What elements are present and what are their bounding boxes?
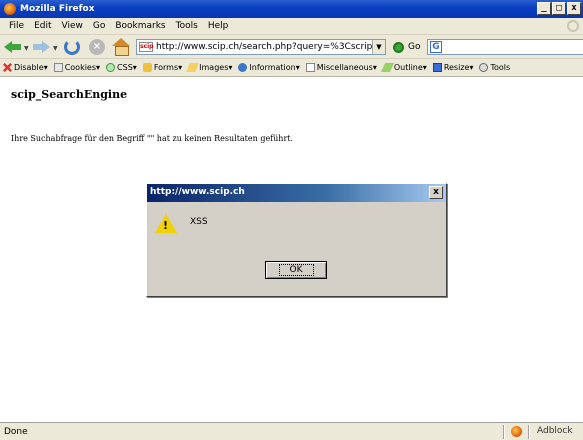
url-dropdown-icon[interactable]: ▼: [372, 40, 385, 54]
forms-icon: [142, 63, 152, 72]
dev-information-label: Information: [249, 63, 296, 72]
information-icon: [238, 63, 248, 72]
menu-bar: File Edit View Go Bookmarks Tools Help: [0, 18, 583, 35]
url-bar[interactable]: scip http://www.scip.ch/search.php?query…: [136, 39, 386, 55]
dev-resize-label: Resize: [443, 63, 470, 72]
back-dropdown-icon[interactable]: ▼: [24, 45, 29, 52]
web-developer-toolbar: Disable ▾ Cookies ▾ CSS ▾ Forms ▾ Images ▾ In…: [0, 59, 583, 77]
dev-images-label: Images: [199, 63, 229, 72]
menu-bookmarks[interactable]: Bookmarks: [110, 21, 170, 31]
menu-tools[interactable]: Tools: [171, 21, 203, 31]
warning-glyph: !: [163, 219, 169, 232]
dev-tools[interactable]: Tools: [479, 63, 510, 72]
firefox-status-icon[interactable]: [511, 426, 522, 437]
menu-view[interactable]: View: [57, 21, 88, 31]
menu-help[interactable]: Help: [203, 21, 234, 31]
dev-miscellaneous[interactable]: Miscellaneous ▾: [305, 63, 377, 72]
dev-forms[interactable]: Forms ▾: [142, 63, 182, 72]
disable-icon: [3, 63, 12, 72]
dev-css-label: CSS: [117, 63, 133, 72]
stop-icon[interactable]: ×: [89, 39, 105, 55]
go-button[interactable]: Go: [408, 42, 420, 52]
css-icon: [106, 63, 116, 72]
resize-icon: [432, 63, 442, 72]
page-title: scip_SearchEngine: [11, 88, 128, 101]
window-controls: _ □ x: [537, 2, 581, 15]
google-search-icon[interactable]: G: [430, 41, 442, 53]
status-text: Done: [4, 426, 28, 437]
dev-resize[interactable]: Resize ▾: [432, 63, 473, 72]
dev-tools-label: Tools: [490, 63, 511, 72]
forward-icon[interactable]: [32, 40, 50, 54]
search-result-text: Ihre Suchabfrage für den Begriff "" hat …: [11, 134, 294, 143]
go-icon[interactable]: [393, 42, 404, 53]
firefox-icon: [4, 3, 16, 15]
dialog-close-button[interactable]: x: [429, 186, 443, 199]
reload-icon[interactable]: [64, 39, 80, 55]
ok-button-label: OK: [278, 264, 314, 276]
miscellaneous-icon: [305, 63, 315, 72]
status-bar: Done Adblock: [0, 422, 583, 440]
navigation-toolbar: ▼ ▼ × scip http://www.scip.ch/search.php…: [0, 35, 583, 59]
forward-dropdown-icon[interactable]: ▼: [53, 45, 58, 52]
dev-forms-label: Forms: [153, 63, 179, 72]
dev-disable[interactable]: Disable ▾: [3, 63, 48, 72]
dev-disable-label: Disable: [14, 63, 44, 72]
window-titlebar: Mozilla Firefox _ □ x: [0, 0, 583, 18]
ok-button[interactable]: OK: [265, 261, 327, 279]
adblock-button[interactable]: Adblock: [537, 426, 573, 436]
dialog-message: XSS: [190, 217, 208, 227]
back-icon[interactable]: [4, 40, 22, 54]
dev-outline[interactable]: Outline ▾: [380, 63, 427, 72]
dev-images[interactable]: Images ▾: [186, 63, 232, 72]
dev-information[interactable]: Information ▾: [238, 63, 300, 72]
alert-dialog: http://www.scip.ch x ! XSS OK: [146, 183, 447, 297]
outline-icon: [380, 63, 394, 72]
url-input[interactable]: http://www.scip.ch/search.php?query=%3Cs…: [156, 42, 372, 52]
images-icon: [186, 63, 199, 72]
dialog-titlebar: http://www.scip.ch x: [147, 184, 446, 202]
menu-file[interactable]: File: [4, 21, 29, 31]
dev-cookies-label: Cookies: [64, 63, 97, 72]
tools-icon: [479, 63, 489, 72]
minimize-button[interactable]: _: [537, 2, 551, 15]
dialog-title: http://www.scip.ch: [150, 187, 245, 197]
menu-edit[interactable]: Edit: [29, 21, 56, 31]
status-separator: [503, 425, 505, 439]
home-icon[interactable]: [112, 38, 130, 56]
site-favicon: scip: [139, 42, 154, 52]
status-separator: [528, 425, 530, 439]
throbber-icon: [567, 20, 579, 32]
dev-outline-label: Outline: [393, 63, 423, 72]
cookies-icon: [53, 63, 63, 72]
dev-css[interactable]: CSS ▾: [106, 63, 137, 72]
menu-go[interactable]: Go: [88, 21, 110, 31]
window-title: Mozilla Firefox: [20, 4, 95, 14]
search-input[interactable]: G: [427, 39, 583, 55]
maximize-button[interactable]: □: [552, 2, 566, 15]
dev-miscellaneous-label: Miscellaneous: [316, 63, 373, 72]
dev-cookies[interactable]: Cookies ▾: [53, 63, 100, 72]
close-button[interactable]: x: [567, 2, 581, 15]
warning-icon: !: [155, 214, 177, 234]
